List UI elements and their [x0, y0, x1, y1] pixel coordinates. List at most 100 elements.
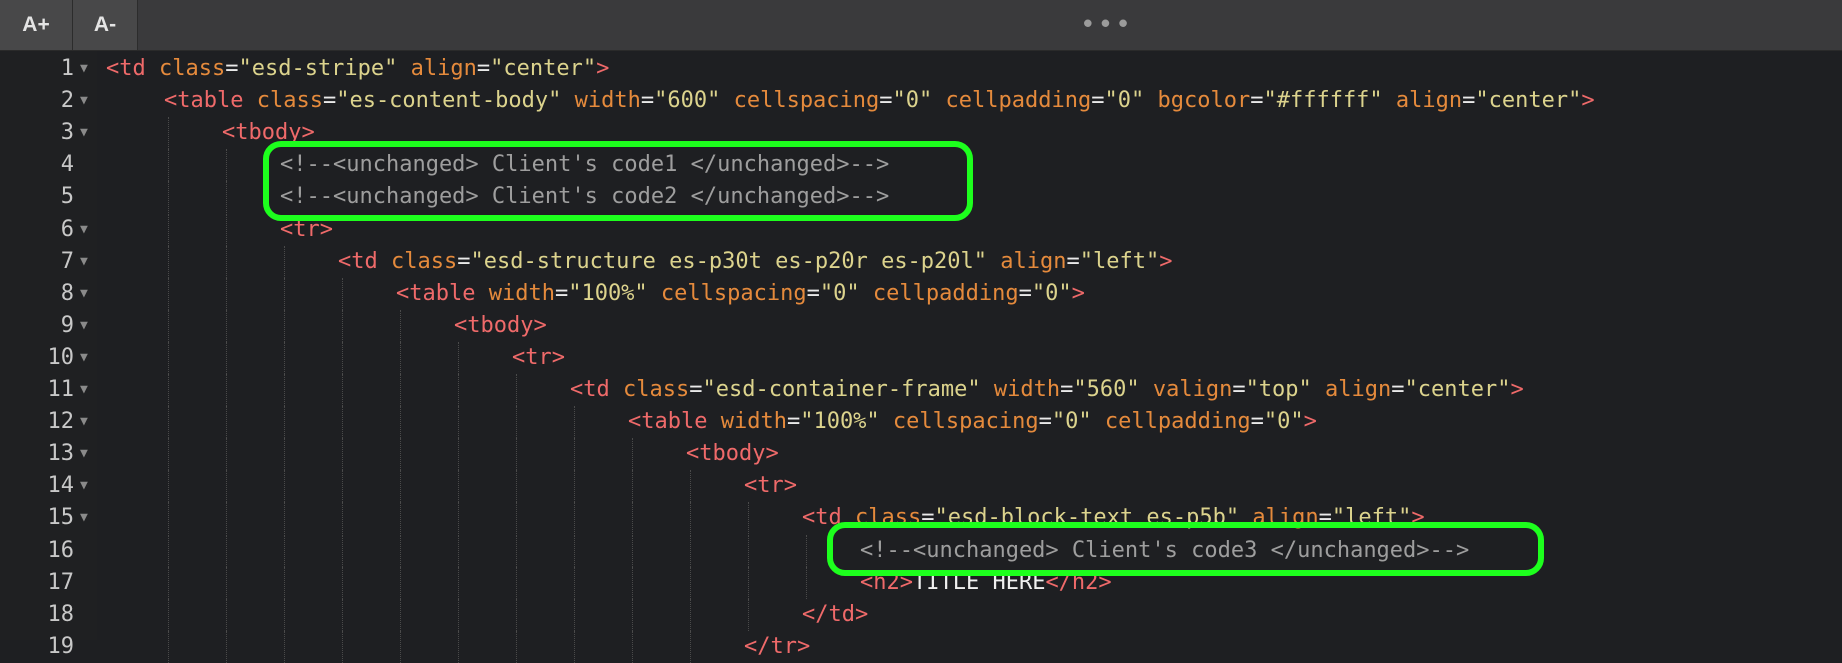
- font-decrease-button[interactable]: A-: [73, 0, 138, 50]
- code-line[interactable]: 8 ▼ <table width="100%" cellspacing="0" ce…: [0, 277, 1842, 310]
- code-line[interactable]: 12 ▼ <table width="100%" cellspacing="0" c…: [0, 406, 1842, 439]
- indent-guide: [574, 598, 575, 631]
- indent-guide: [400, 630, 401, 663]
- code-text: <table width="100%" cellspacing="0" cell…: [628, 406, 1317, 438]
- indent-guide: [168, 309, 169, 342]
- line-number: 12: [47, 409, 75, 435]
- fold-chevron-icon[interactable]: ▼: [80, 214, 88, 246]
- code-token-val: "560": [1073, 377, 1140, 402]
- indent-guide: [168, 149, 169, 182]
- indent-guide: [342, 341, 343, 374]
- indent-guide: [690, 534, 691, 567]
- indent-guide: [168, 406, 169, 439]
- code-line[interactable]: 10 ▼ <tr>: [0, 341, 1842, 374]
- code-token-eq: =: [806, 280, 820, 306]
- more-options-icon[interactable]: •••: [1080, 12, 1133, 38]
- fold-chevron-icon[interactable]: ▼: [80, 406, 88, 438]
- code-editor[interactable]: 1 ▼ <td class="esd-stripe" align="center">…: [0, 51, 1842, 663]
- fold-chevron-icon[interactable]: ▼: [80, 117, 88, 149]
- code-token-attr: align: [987, 248, 1067, 274]
- indent-guide: [690, 630, 691, 663]
- indent-guide: [516, 534, 517, 567]
- code-token-tag: <tbody>: [454, 312, 547, 338]
- code-token-val: "esd-container-frame": [702, 377, 981, 402]
- indent-guide: [226, 470, 227, 503]
- fold-chevron-icon[interactable]: ▼: [80, 342, 88, 374]
- fold-chevron-icon[interactable]: ▼: [80, 502, 88, 534]
- code-token-val: "center": [490, 56, 597, 81]
- code-token-eq: =: [1232, 377, 1246, 402]
- code-text: <td class="esd-structure es-p30t es-p20r…: [338, 246, 1173, 278]
- code-line[interactable]: 7 ▼ <td class="esd-structure es-p30t es-p2…: [0, 245, 1842, 278]
- code-text: <tr>: [744, 470, 797, 502]
- indent-guide: [284, 438, 285, 471]
- indent-guide: [168, 181, 169, 214]
- indent-guide: [342, 277, 343, 310]
- code-token-tag: </tr>: [744, 633, 811, 659]
- indent-guide: [400, 341, 401, 374]
- indent-guide: [168, 374, 169, 406]
- fold-chevron-icon[interactable]: ▼: [80, 470, 88, 502]
- code-token-attr: width: [561, 88, 641, 114]
- code-line[interactable]: 14 ▼ <tr>: [0, 470, 1842, 503]
- indent-guide: [458, 438, 459, 471]
- code-token-eq: =: [1462, 88, 1476, 114]
- indent-guide: [806, 534, 807, 567]
- code-token-eq: =: [1038, 409, 1052, 435]
- indent-guide: [516, 598, 517, 631]
- code-token-eq: =: [554, 280, 569, 306]
- code-token-eq: =: [786, 409, 801, 435]
- code-line[interactable]: 18 </td>: [0, 598, 1842, 631]
- fold-chevron-icon[interactable]: ▼: [80, 374, 88, 406]
- indent-guide: [458, 406, 459, 439]
- code-line[interactable]: 9 ▼ <tbody>: [0, 309, 1842, 342]
- code-token-attr: cellspacing: [720, 88, 880, 114]
- code-token-tag: >: [1303, 409, 1317, 435]
- fold-chevron-icon[interactable]: ▼: [80, 53, 88, 85]
- fold-chevron-icon[interactable]: ▼: [80, 310, 88, 342]
- indent-guide: [284, 245, 285, 278]
- code-token-attr: class: [256, 88, 323, 114]
- indent-guide: [690, 598, 691, 631]
- code-line[interactable]: 13 ▼ <tbody>: [0, 438, 1842, 471]
- code-token-tag: >: [596, 56, 610, 81]
- indent-guide: [632, 470, 633, 503]
- code-token-attr: align: [1382, 88, 1463, 114]
- indent-guide: [748, 598, 749, 631]
- code-token-attr: cellpadding: [859, 280, 1019, 306]
- indent-guide: [516, 438, 517, 471]
- line-number: 11: [47, 377, 75, 402]
- editor-toolbar: A+ A- •••: [0, 0, 1842, 51]
- line-number: 8: [60, 280, 74, 306]
- indent-guide: [574, 406, 575, 439]
- line-number: 2: [60, 88, 74, 114]
- font-increase-button[interactable]: A+: [0, 0, 73, 50]
- code-token-eq: =: [322, 88, 337, 114]
- fold-chevron-icon[interactable]: ▼: [80, 85, 88, 117]
- code-token-eq: =: [640, 88, 655, 114]
- indent-guide: [284, 566, 285, 599]
- line-number: 6: [60, 216, 74, 242]
- code-token-val: "esd-stripe": [238, 56, 398, 81]
- line-number: 19: [47, 633, 75, 659]
- fold-chevron-icon[interactable]: ▼: [80, 438, 88, 470]
- code-token-val: "left": [1079, 248, 1160, 274]
- code-token-val: "center": [1475, 88, 1582, 114]
- code-line[interactable]: 19 </tr>: [0, 630, 1842, 663]
- indent-guide: [574, 438, 575, 471]
- code-token-eq: =: [225, 56, 239, 81]
- fold-chevron-icon[interactable]: ▼: [80, 278, 88, 310]
- fold-chevron-icon[interactable]: ▼: [80, 246, 88, 278]
- code-line[interactable]: 2 ▼ <table class="es-content-body" width="…: [0, 85, 1842, 117]
- indent-guide: [400, 566, 401, 599]
- indent-guide: [632, 566, 633, 599]
- code-line[interactable]: 1 ▼ <td class="esd-stripe" align="center">: [0, 53, 1842, 85]
- indent-guide: [748, 566, 749, 599]
- code-token-tag: <tbody>: [686, 441, 779, 467]
- code-line[interactable]: 11 ▼ <td class="esd-container-frame" width…: [0, 374, 1842, 406]
- indent-guide: [226, 406, 227, 439]
- indent-guide: [400, 502, 401, 535]
- indent-guide: [632, 630, 633, 663]
- code-text: <td class="esd-container-frame" width="5…: [570, 374, 1524, 406]
- indent-guide: [168, 277, 169, 310]
